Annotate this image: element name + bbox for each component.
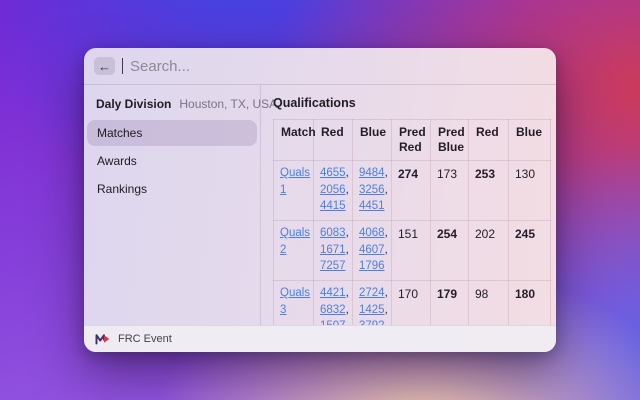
column-header: Red <box>314 120 353 161</box>
division-selector[interactable]: Daly Division Houston, TX, USA <box>87 89 257 118</box>
text-cursor <box>122 58 123 74</box>
division-name: Daly Division <box>96 97 171 111</box>
app-window: ← Search... Daly Division Houston, TX, U… <box>84 48 556 352</box>
pred-red-score: 274 <box>392 161 431 221</box>
match-rows: Quals 14655, 2056, 44159484, 3256, 44512… <box>274 161 551 326</box>
sidebar-item-awards[interactable]: Awards <box>87 148 257 174</box>
blue-teams-cell: 9484, 3256, 4451 <box>353 161 392 221</box>
sidebar-item-matches[interactable]: Matches <box>87 120 257 146</box>
team-link[interactable]: 6083 <box>320 227 346 239</box>
column-header: Red <box>469 120 509 161</box>
pred-red-score: 170 <box>392 281 431 325</box>
back-button[interactable]: ← <box>94 57 115 75</box>
match-link[interactable]: Quals 3 <box>280 287 310 316</box>
team-link[interactable]: 2056 <box>320 184 346 196</box>
column-header: Pred Red <box>392 120 431 161</box>
team-link[interactable]: 4415 <box>320 200 346 212</box>
search-bar: ← Search... <box>84 48 556 85</box>
column-header: Pred Blue <box>431 120 469 161</box>
column-header: Blue <box>509 120 551 161</box>
table-row: Quals 14655, 2056, 44159484, 3256, 44512… <box>274 161 551 221</box>
pred-blue-score: 254 <box>431 221 469 281</box>
team-link[interactable]: 7257 <box>320 260 346 272</box>
blue-score: 245 <box>509 221 551 281</box>
team-link[interactable]: 4421 <box>320 287 346 299</box>
team-link[interactable]: 6832 <box>320 304 346 316</box>
main-panel: Qualifications MatchRedBluePred RedPred … <box>261 85 556 325</box>
team-link[interactable]: 1796 <box>359 260 385 272</box>
pred-red-score: 151 <box>392 221 431 281</box>
match-link[interactable]: Quals 1 <box>280 167 310 196</box>
arrow-left-icon: ← <box>98 60 111 73</box>
search-input[interactable]: Search... <box>130 58 190 75</box>
match-cell: Quals 1 <box>274 161 314 221</box>
section-title: Qualifications <box>273 96 544 110</box>
content-area: Daly Division Houston, TX, USA MatchesAw… <box>84 85 556 325</box>
team-link[interactable]: 4068 <box>359 227 385 239</box>
red-score: 98 <box>469 281 509 325</box>
pred-blue-score: 179 <box>431 281 469 325</box>
column-header: Match <box>274 120 314 161</box>
table-header-row: MatchRedBluePred RedPred BlueRedBlue <box>274 120 551 161</box>
table-row: Quals 26083, 1671, 72574068, 4607, 17961… <box>274 221 551 281</box>
red-teams-cell: 4421, 6832, 1507 <box>314 281 353 325</box>
team-link[interactable]: 4655 <box>320 167 346 179</box>
red-teams-cell: 6083, 1671, 7257 <box>314 221 353 281</box>
blue-score: 180 <box>509 281 551 325</box>
sidebar-item-rankings[interactable]: Rankings <box>87 176 257 202</box>
blue-teams-cell: 4068, 4607, 1796 <box>353 221 392 281</box>
team-link[interactable]: 2724 <box>359 287 385 299</box>
pred-blue-score: 173 <box>431 161 469 221</box>
sidebar: Daly Division Houston, TX, USA MatchesAw… <box>84 85 261 325</box>
team-link[interactable]: 1425 <box>359 304 385 316</box>
column-header: Blue <box>353 120 392 161</box>
red-score: 202 <box>469 221 509 281</box>
match-cell: Quals 2 <box>274 221 314 281</box>
match-link[interactable]: Quals 2 <box>280 227 310 256</box>
red-teams-cell: 4655, 2056, 4415 <box>314 161 353 221</box>
sidebar-nav: MatchesAwardsRankings <box>87 120 257 202</box>
blue-score: 130 <box>509 161 551 221</box>
table-row: Quals 34421, 6832, 15072724, 1425, 37921… <box>274 281 551 325</box>
blue-teams-cell: 2724, 1425, 3792 <box>353 281 392 325</box>
team-link[interactable]: 3256 <box>359 184 385 196</box>
match-cell: Quals 3 <box>274 281 314 325</box>
team-link[interactable]: 4607 <box>359 244 385 256</box>
app-name-label: FRC Event <box>118 333 172 345</box>
team-link[interactable]: 9484 <box>359 167 385 179</box>
qualifications-table: MatchRedBluePred RedPred BlueRedBlue Qua… <box>273 119 551 325</box>
footer-bar: FRC Event <box>84 325 556 352</box>
frc-event-logo-icon <box>95 333 110 345</box>
team-link[interactable]: 1671 <box>320 244 346 256</box>
red-score: 253 <box>469 161 509 221</box>
team-link[interactable]: 4451 <box>359 200 385 212</box>
